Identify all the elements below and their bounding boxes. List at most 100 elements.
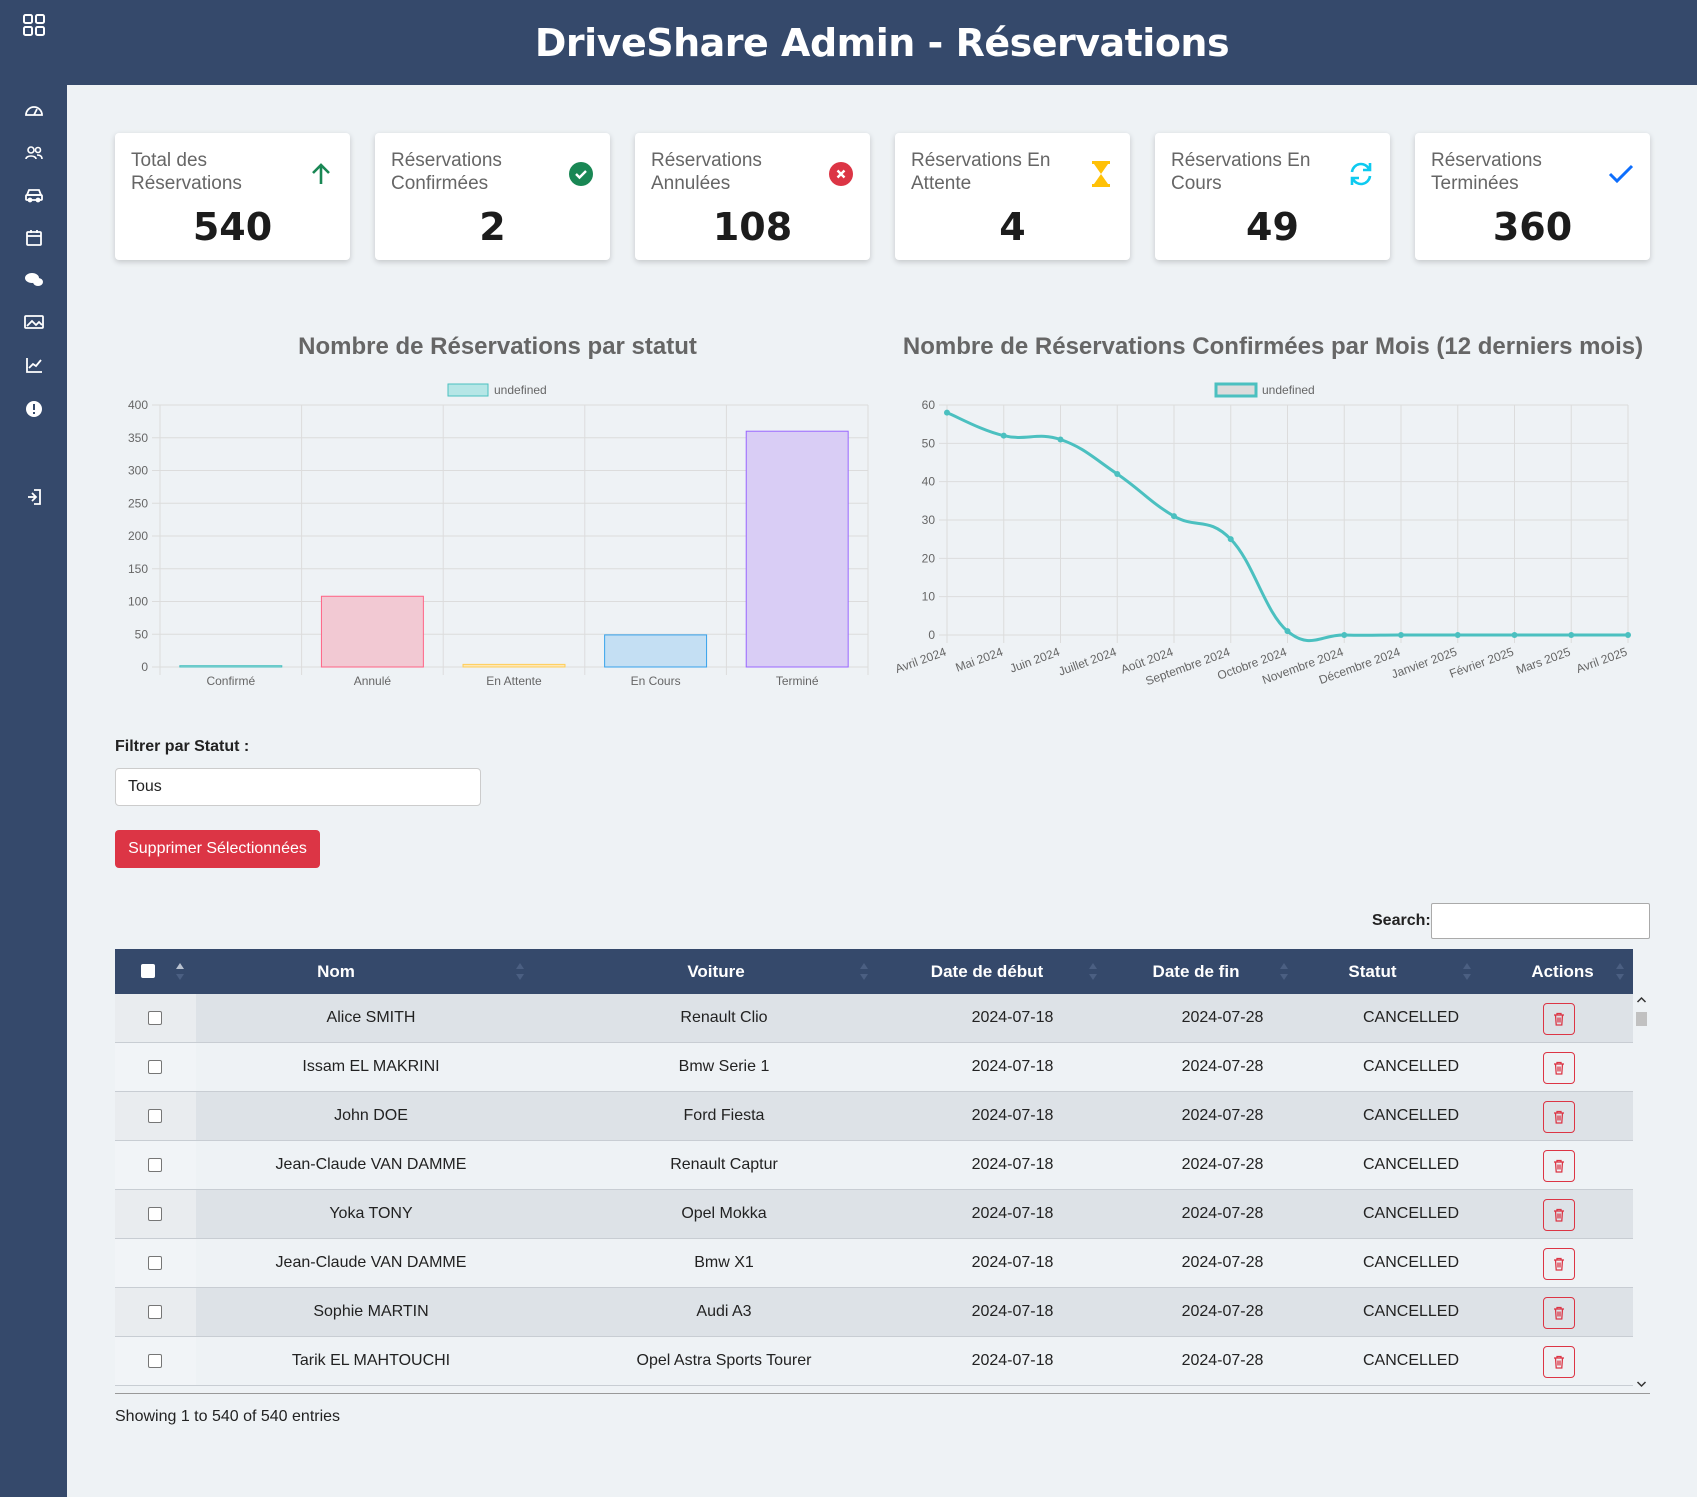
cell-statut: CANCELLED: [1362, 1107, 1460, 1124]
table-header: Nom Voiture Date de début Date de fin St…: [115, 949, 1633, 994]
row-checkbox[interactable]: [148, 1256, 162, 1270]
y-tick-label: 60: [922, 398, 936, 412]
delete-row-button[interactable]: [1543, 1052, 1575, 1084]
table-info: Showing 1 to 540 of 540 entries: [115, 1408, 341, 1425]
sort-icon[interactable]: [1088, 962, 1098, 981]
column-header-nom[interactable]: Nom: [196, 949, 476, 994]
row-checkbox[interactable]: [148, 1354, 162, 1368]
delete-row-button[interactable]: [1543, 1346, 1575, 1378]
calendar-icon[interactable]: [0, 228, 67, 248]
stat-card-confirmed: Réservations Confirmées 2: [375, 133, 610, 260]
logout-icon[interactable]: [0, 487, 67, 507]
stat-value: 2: [479, 205, 506, 249]
delete-row-button[interactable]: [1543, 1150, 1575, 1182]
bar: [320, 595, 424, 668]
hourglass-icon: [1088, 161, 1114, 187]
stat-value: 360: [1492, 205, 1573, 249]
delete-row-button[interactable]: [1543, 1101, 1575, 1133]
data-point: [944, 409, 950, 416]
sort-icon[interactable]: [175, 962, 185, 981]
chat-icon[interactable]: [0, 270, 67, 290]
delete-row-button[interactable]: [1543, 1003, 1575, 1035]
cell-nom: Alice SMITH: [326, 1009, 416, 1026]
data-point: [1227, 536, 1234, 543]
column-header-statut[interactable]: Statut: [1295, 949, 1450, 994]
cell-date-debut: 2024-07-18: [971, 1254, 1054, 1271]
data-point: [1511, 632, 1518, 638]
table-row: Jean-Claude VAN DAMME Renault Captur 2024-…: [115, 1141, 1633, 1190]
status-filter-select[interactable]: Tous: [115, 768, 481, 806]
row-checkbox[interactable]: [148, 1109, 162, 1123]
sort-icon[interactable]: [1615, 962, 1625, 981]
alert-icon[interactable]: [0, 399, 67, 419]
x-tick-label: Confirmé: [206, 674, 255, 688]
cell-statut: CANCELLED: [1362, 1254, 1460, 1271]
cell-voiture: Opel Mokka: [681, 1205, 767, 1222]
stat-value: 49: [1246, 205, 1299, 249]
y-tick-label: 300: [128, 464, 148, 478]
row-checkbox[interactable]: [148, 1011, 162, 1025]
data-point: [1398, 632, 1404, 638]
delete-row-button[interactable]: [1543, 1297, 1575, 1329]
y-tick-label: 150: [128, 562, 148, 576]
sort-icon[interactable]: [515, 962, 525, 981]
car-icon[interactable]: [0, 185, 67, 205]
cell-date-fin: 2024-07-28: [1181, 1058, 1264, 1075]
filter-label: Filtrer par Statut :: [115, 738, 250, 755]
data-point: [1057, 436, 1064, 443]
cell-date-fin: 2024-07-28: [1181, 1156, 1264, 1173]
row-checkbox[interactable]: [148, 1207, 162, 1221]
sort-icon[interactable]: [859, 962, 869, 981]
cell-voiture: Renault Clio: [680, 1009, 768, 1026]
search-input[interactable]: [1431, 903, 1650, 939]
row-checkbox[interactable]: [148, 1158, 162, 1172]
cell-nom: Jean-Claude VAN DAMME: [275, 1254, 467, 1271]
cell-date-debut: 2024-07-18: [971, 1058, 1054, 1075]
y-tick-label: 30: [922, 513, 936, 527]
table-row: Tarik EL MAHTOUCHI Opel Astra Sports Tour…: [115, 1337, 1633, 1386]
stat-label: Réservations Confirmées: [391, 150, 502, 194]
data-point: [1114, 471, 1121, 477]
column-header-voiture[interactable]: Voiture: [537, 949, 895, 994]
table-row: Sophie MARTIN Audi A3 2024-07-18 2024-07-28…: [115, 1288, 1633, 1337]
data-point: [1171, 513, 1177, 520]
gallery-icon[interactable]: [0, 312, 67, 332]
bar: [462, 663, 566, 668]
users-icon[interactable]: [0, 143, 67, 163]
column-header-date-fin[interactable]: Date de fin: [1101, 949, 1291, 994]
trash-icon: [1554, 1208, 1564, 1222]
check-icon: [1608, 161, 1634, 187]
bar-chart-title: Nombre de Réservations par statut: [298, 333, 697, 360]
row-select-cell: [115, 1288, 196, 1336]
select-all-checkbox[interactable]: [141, 964, 155, 978]
row-select-cell: [115, 1141, 196, 1189]
legend-label: undefined: [494, 383, 547, 397]
row-checkbox[interactable]: [148, 1060, 162, 1074]
data-point: [1284, 628, 1291, 635]
sort-icon[interactable]: [1279, 962, 1289, 981]
refresh-icon: [1348, 161, 1374, 187]
y-tick-label: 20: [922, 551, 936, 565]
cell-voiture: Bmw X1: [694, 1254, 754, 1271]
row-checkbox[interactable]: [148, 1305, 162, 1319]
chart-icon[interactable]: [0, 355, 67, 375]
column-header-label: Date de fin: [1152, 961, 1240, 981]
sort-icon[interactable]: [1462, 962, 1472, 981]
table-scrollbar[interactable]: [1634, 994, 1649, 1392]
data-point: [1341, 632, 1348, 638]
cell-voiture: Opel Astra Sports Tourer: [636, 1352, 812, 1369]
table-body: Alice SMITH Renault Clio 2024-07-18 2024-07…: [115, 994, 1633, 1392]
column-header-date-debut[interactable]: Date de début: [882, 949, 1092, 994]
delete-selected-button[interactable]: Supprimer Sélectionnées: [115, 830, 320, 868]
stat-card-in-progress: Réservations En Cours 49: [1155, 133, 1390, 260]
delete-row-button[interactable]: [1543, 1199, 1575, 1231]
cell-voiture: Renault Captur: [670, 1156, 778, 1173]
stat-label: Total des Réservations: [131, 150, 242, 194]
dashboard-icon[interactable]: [0, 100, 67, 120]
row-select-cell: [115, 1043, 196, 1091]
delete-row-button[interactable]: [1543, 1248, 1575, 1280]
bar: [604, 634, 708, 668]
grid-icon[interactable]: [0, 12, 67, 38]
table-row: Issam EL MAKRINI Bmw Serie 1 2024-07-18 202…: [115, 1043, 1633, 1092]
cell-statut: CANCELLED: [1362, 1303, 1460, 1320]
